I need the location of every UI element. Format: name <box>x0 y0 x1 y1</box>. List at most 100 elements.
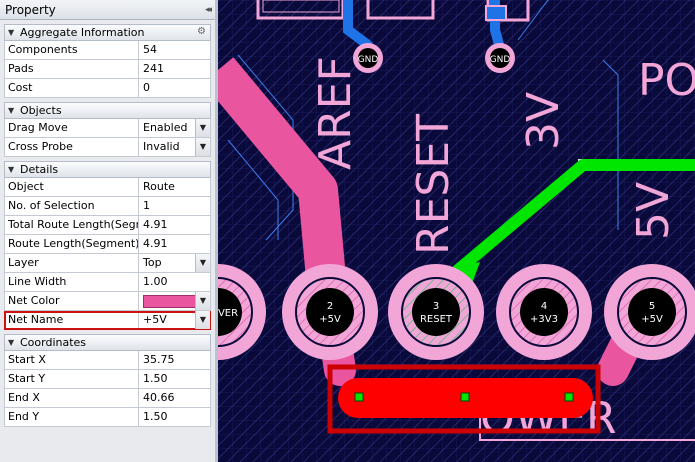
prop-value: 54 <box>143 43 157 56</box>
route-vertex-handle[interactable] <box>460 392 470 402</box>
prop-row-components: Components 54 <box>4 41 211 60</box>
prop-row-line-width: Line Width 1.00 <box>4 273 211 292</box>
prop-row-start-x: Start X 35.75 <box>4 351 211 370</box>
prop-row-net-name: Net Name +5V ▼ <box>4 311 211 330</box>
via-label: GND <box>490 55 511 65</box>
prop-row-drag-move: Drag Move Enabled ▼ <box>4 119 211 138</box>
section-header-coordinates[interactable]: ▼ Coordinates <box>4 334 211 351</box>
line-width-input[interactable]: 1.00 <box>139 273 210 291</box>
pad-number: 4 <box>541 301 547 312</box>
prop-label: Cross Probe <box>5 138 139 156</box>
section-coordinates: ▼ Coordinates Start X 35.75 Start Y 1.50 E… <box>4 334 211 427</box>
prop-label: Net Name <box>5 311 139 329</box>
select-value: Invalid <box>143 140 180 153</box>
prop-label: Pads <box>5 60 139 78</box>
prop-label: Object <box>5 178 139 196</box>
prop-label: Total Route Length(Segment) <box>5 216 139 234</box>
dropdown-arrow-icon[interactable]: ▼ <box>195 254 210 272</box>
collapse-triangle-icon[interactable]: ▼ <box>8 165 20 174</box>
silk-label-3v: 3V <box>518 92 569 150</box>
prop-label: End Y <box>5 408 139 426</box>
section-header-aggregate[interactable]: ▼ Aggregate Information ⚙ <box>4 24 211 41</box>
drag-move-select[interactable]: Enabled ▼ <box>139 119 210 137</box>
panel-title: Property <box>5 2 56 17</box>
silk-label-po: PO <box>638 55 695 106</box>
route-vertex-handle[interactable] <box>354 392 364 402</box>
silk-label-reset: RESET <box>408 114 459 255</box>
section-header-details[interactable]: ▼ Details <box>4 161 211 178</box>
prop-row-end-x: End X 40.66 <box>4 389 211 408</box>
net-name-select[interactable]: +5V ▼ <box>139 311 210 329</box>
pad-label: VER <box>218 308 238 319</box>
prop-row-end-y: End Y 1.50 <box>4 408 211 427</box>
net-color-select[interactable]: ▼ <box>139 292 210 310</box>
prop-row-pads: Pads 241 <box>4 60 211 79</box>
prop-label: Start X <box>5 351 139 369</box>
prop-row-route-length: Route Length(Segment) 4.91 <box>4 235 211 254</box>
dropdown-arrow-icon[interactable]: ▼ <box>195 138 210 156</box>
pad-number: 2 <box>327 301 333 312</box>
section-title: Details <box>20 163 59 176</box>
prop-label: Start Y <box>5 370 139 388</box>
prop-label: Drag Move <box>5 119 139 137</box>
section-title: Coordinates <box>20 336 87 349</box>
prop-value: 0 <box>143 81 150 94</box>
settings-icon[interactable]: ⚙ <box>197 26 206 37</box>
prop-row-cost: Cost 0 <box>4 79 211 98</box>
prop-row-start-y: Start Y 1.50 <box>4 370 211 389</box>
prop-value: 241 <box>143 62 164 75</box>
header-pad-3[interactable]: 3 RESET <box>388 264 484 360</box>
silk-label-5v: 5V <box>628 182 679 240</box>
section-header-objects[interactable]: ▼ Objects <box>4 102 211 119</box>
prop-row-net-color: Net Color ▼ <box>4 292 211 311</box>
prop-value: 1 <box>143 199 150 212</box>
prop-value: 4.91 <box>143 218 168 231</box>
pad-net: RESET <box>420 314 453 325</box>
layer-select[interactable]: Top ▼ <box>139 254 210 272</box>
section-objects: ▼ Objects Drag Move Enabled ▼ Cross Probe I… <box>4 102 211 157</box>
prop-row-object: Object Route <box>4 178 211 197</box>
prop-label: Net Color <box>5 292 139 310</box>
start-y-input[interactable]: 1.50 <box>139 370 210 388</box>
prop-label: Layer <box>5 254 139 272</box>
prop-value: Route <box>143 180 175 193</box>
prop-label: End X <box>5 389 139 407</box>
pad-net: +5V <box>641 314 663 325</box>
section-aggregate: ▼ Aggregate Information ⚙ Components 54 P… <box>4 24 211 98</box>
pad-smd <box>485 5 507 21</box>
section-details: ▼ Details Object Route No. of Selection 1 … <box>4 161 211 330</box>
collapse-triangle-icon[interactable]: ▼ <box>8 106 20 115</box>
collapse-triangle-icon[interactable]: ▼ <box>8 28 20 37</box>
net-color-swatch <box>143 295 197 308</box>
pad-number: 5 <box>649 301 655 312</box>
pcb-canvas[interactable]: GND GND AREF RESET 3V 5V PO VER 2 +5V 3 … <box>218 0 695 462</box>
header-pad-4[interactable]: 4 +3V3 <box>496 264 592 360</box>
prop-row-total-route-length: Total Route Length(Segment) 4.91 <box>4 216 211 235</box>
end-y-input[interactable]: 1.50 <box>139 408 210 426</box>
collapse-triangle-icon[interactable]: ▼ <box>8 338 20 347</box>
pad-net: +3V3 <box>530 314 558 325</box>
prop-label: Components <box>5 41 139 59</box>
prop-label: Line Width <box>5 273 139 291</box>
prop-row-selection-count: No. of Selection 1 <box>4 197 211 216</box>
section-title: Aggregate Information <box>20 26 145 39</box>
end-x-input[interactable]: 40.66 <box>139 389 210 407</box>
dropdown-arrow-icon[interactable]: ▼ <box>195 119 210 137</box>
prop-label: No. of Selection <box>5 197 139 215</box>
via-gnd-2[interactable]: GND <box>485 43 515 73</box>
start-x-input[interactable]: 35.75 <box>139 351 210 369</box>
property-panel: Property ◂◂ ▼ Aggregate Information ⚙ Co… <box>0 0 218 462</box>
cross-probe-select[interactable]: Invalid ▼ <box>139 138 210 156</box>
header-pad-2[interactable]: 2 +5V <box>282 264 378 360</box>
pad-number: 3 <box>433 301 439 312</box>
route-vertex-handle[interactable] <box>564 392 574 402</box>
select-value: Top <box>143 256 162 269</box>
panel-titlebar: Property ◂◂ <box>0 0 215 20</box>
dropdown-arrow-icon[interactable]: ▼ <box>195 292 210 310</box>
pad-net: +5V <box>319 314 341 325</box>
select-value: Enabled <box>143 121 188 134</box>
dropdown-arrow-icon[interactable]: ▼ <box>195 311 210 329</box>
prop-label: Route Length(Segment) <box>5 235 139 253</box>
prop-row-cross-probe: Cross Probe Invalid ▼ <box>4 138 211 157</box>
collapse-icon[interactable]: ◂◂ <box>205 5 212 15</box>
